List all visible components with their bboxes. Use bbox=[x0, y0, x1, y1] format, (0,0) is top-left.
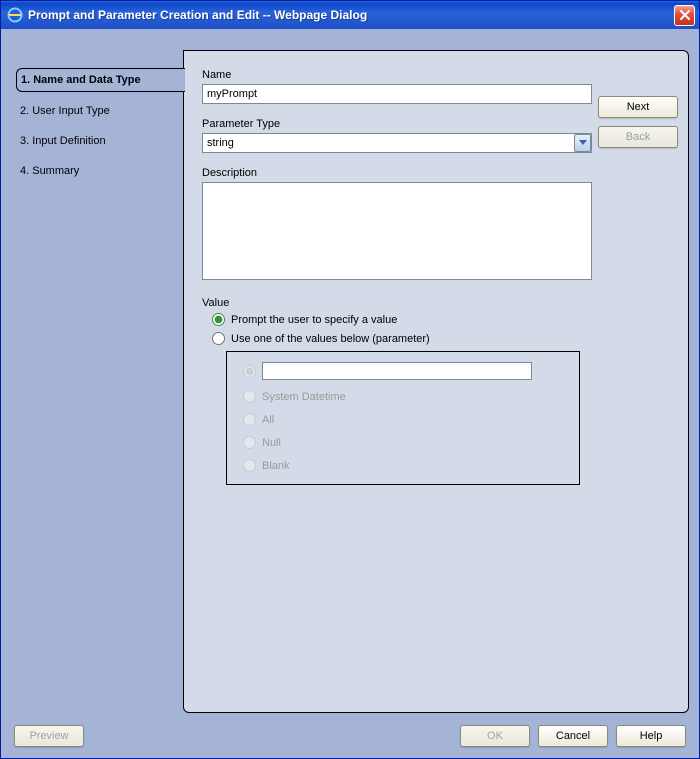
value-label: Value bbox=[202, 297, 592, 309]
nested-null-radio bbox=[243, 436, 256, 449]
radio-use-one[interactable]: Use one of the values below (parameter) bbox=[212, 332, 592, 345]
window-title: Prompt and Parameter Creation and Edit -… bbox=[28, 8, 674, 22]
nested-blank-radio bbox=[243, 459, 256, 472]
nested-values-box: System Datetime All Null Blank bbox=[226, 351, 580, 485]
wizard-step-name-type[interactable]: 1. Name and Data Type bbox=[16, 68, 185, 92]
chevron-down-icon[interactable] bbox=[574, 134, 591, 152]
nested-blank-row: Blank bbox=[243, 459, 567, 472]
nested-custom-input bbox=[262, 362, 532, 380]
description-label: Description bbox=[202, 167, 672, 179]
dialog-window: Prompt and Parameter Creation and Edit -… bbox=[0, 0, 700, 759]
inner-area: 1. Name and Data Type 2. User Input Type… bbox=[4, 32, 696, 755]
nested-all-row: All bbox=[243, 413, 567, 426]
param-type-select[interactable] bbox=[202, 133, 592, 153]
nested-all-label: All bbox=[262, 414, 274, 426]
help-button[interactable]: Help bbox=[616, 725, 686, 747]
client-area: 1. Name and Data Type 2. User Input Type… bbox=[1, 29, 699, 758]
cancel-button[interactable]: Cancel bbox=[538, 725, 608, 747]
nested-blank-label: Blank bbox=[262, 460, 290, 472]
nested-custom-row bbox=[243, 362, 567, 380]
nested-all-radio bbox=[243, 413, 256, 426]
nav-buttons: Next Back bbox=[598, 96, 678, 148]
radio-prompt-user-label: Prompt the user to specify a value bbox=[231, 314, 397, 326]
nested-system-datetime-label: System Datetime bbox=[262, 391, 346, 403]
radio-use-one-input[interactable] bbox=[212, 332, 225, 345]
back-button: Back bbox=[598, 126, 678, 148]
wizard-step-user-input[interactable]: 2. User Input Type bbox=[16, 100, 184, 122]
nested-system-datetime-row: System Datetime bbox=[243, 390, 567, 403]
name-label: Name bbox=[202, 69, 592, 81]
content-panel: Next Back Name Parameter Type bbox=[183, 50, 689, 713]
titlebar: Prompt and Parameter Creation and Edit -… bbox=[1, 1, 699, 29]
radio-use-one-label: Use one of the values below (parameter) bbox=[231, 333, 430, 345]
description-row: Description bbox=[202, 167, 672, 283]
nested-null-row: Null bbox=[243, 436, 567, 449]
bottom-bar: Preview OK Cancel Help bbox=[4, 717, 696, 755]
nested-custom-radio bbox=[243, 365, 256, 378]
param-type-value[interactable] bbox=[202, 133, 592, 153]
next-button[interactable]: Next bbox=[598, 96, 678, 118]
nested-null-label: Null bbox=[262, 437, 281, 449]
ok-button: OK bbox=[460, 725, 530, 747]
close-button[interactable] bbox=[674, 5, 695, 26]
description-input[interactable] bbox=[202, 182, 592, 280]
radio-prompt-user[interactable]: Prompt the user to specify a value bbox=[212, 313, 592, 326]
value-section: Value Prompt the user to specify a value… bbox=[202, 297, 592, 485]
radio-prompt-user-input[interactable] bbox=[212, 313, 225, 326]
wizard-step-summary[interactable]: 4. Summary bbox=[16, 160, 184, 182]
nested-system-datetime-radio bbox=[243, 390, 256, 403]
ie-icon bbox=[7, 7, 23, 23]
name-row: Name bbox=[202, 69, 592, 104]
preview-button: Preview bbox=[14, 725, 84, 747]
wizard-step-input-definition[interactable]: 3. Input Definition bbox=[16, 130, 184, 152]
wizard-sidebar: 1. Name and Data Type 2. User Input Type… bbox=[4, 50, 184, 190]
name-input[interactable] bbox=[202, 84, 592, 104]
